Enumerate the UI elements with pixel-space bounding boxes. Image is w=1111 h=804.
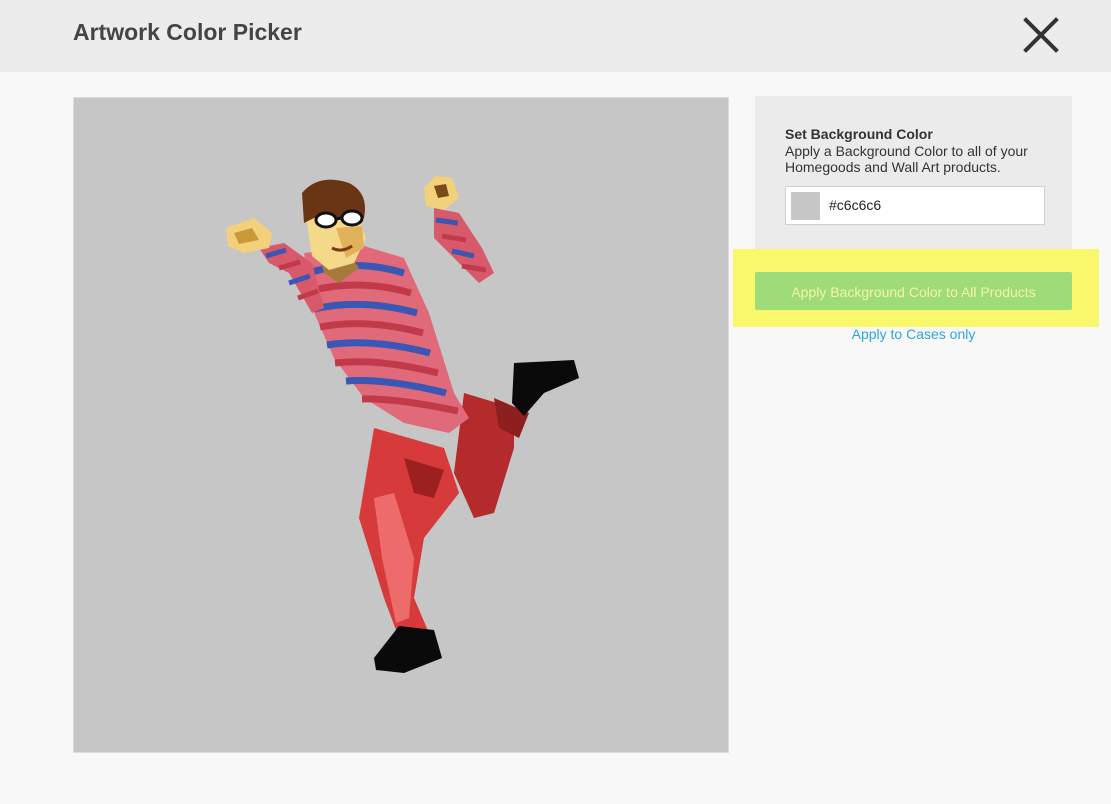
panel-heading: Set Background Color xyxy=(785,126,933,142)
color-swatch[interactable] xyxy=(791,192,820,220)
color-field[interactable] xyxy=(785,186,1045,225)
panel-description: Apply a Background Color to all of your … xyxy=(785,143,1028,175)
artwork-canvas xyxy=(74,98,728,752)
close-x-icon xyxy=(1023,17,1059,53)
background-color-panel: Set Background Color Apply a Background … xyxy=(755,96,1072,256)
close-button[interactable] xyxy=(1018,12,1064,58)
dialog-title: Artwork Color Picker xyxy=(73,19,302,45)
apply-all-products-button[interactable]: Apply Background Color to All Products xyxy=(755,272,1072,310)
apply-cases-only-link[interactable]: Apply to Cases only xyxy=(755,326,1072,342)
hex-color-input[interactable] xyxy=(829,195,1029,215)
artwork-preview xyxy=(73,97,729,753)
dialog-header: Artwork Color Picker xyxy=(0,0,1111,72)
